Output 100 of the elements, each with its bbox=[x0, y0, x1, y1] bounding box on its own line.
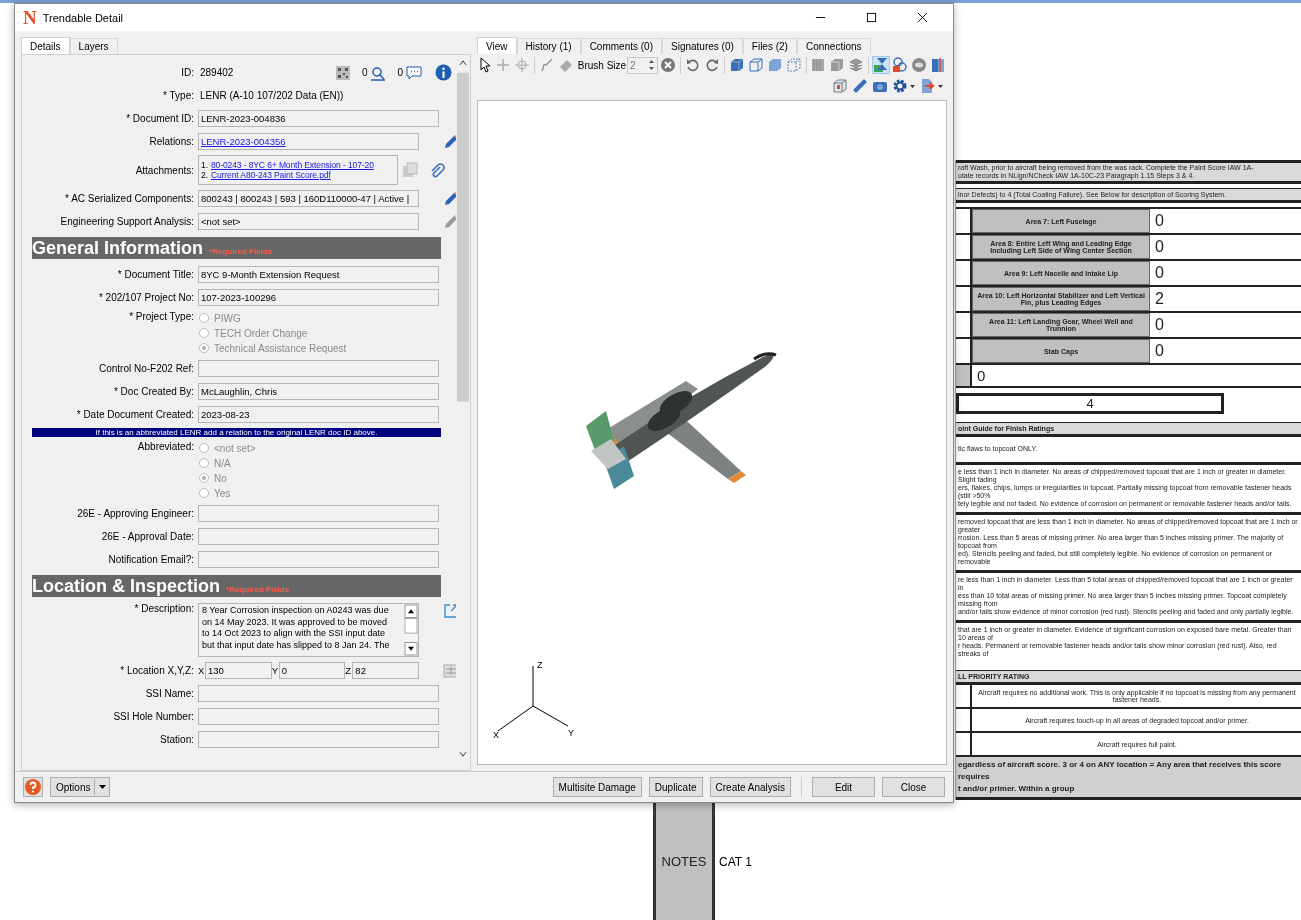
section-title: Location & Inspection bbox=[32, 575, 220, 597]
radio-label: TECH Order Change bbox=[214, 327, 308, 339]
score-cell-text: 0 bbox=[1154, 237, 1165, 257]
radio-label: N/A bbox=[214, 457, 231, 469]
input-field[interactable] bbox=[198, 685, 439, 702]
options-button[interactable]: Options bbox=[50, 777, 111, 797]
paperclip-icon[interactable] bbox=[429, 162, 445, 178]
sheet-text: t and/or primer. Within a group bbox=[958, 783, 1076, 795]
input-field[interactable] bbox=[198, 551, 439, 568]
input-field[interactable]: 107-2023-100296 bbox=[198, 289, 439, 306]
clear-icon[interactable] bbox=[659, 56, 678, 74]
input-field[interactable] bbox=[198, 360, 439, 377]
field-label: * Doc Created By: bbox=[112, 386, 194, 397]
hourglass-icon[interactable] bbox=[872, 56, 890, 74]
action-button[interactable]: Duplicate bbox=[648, 777, 703, 797]
attachment-link[interactable]: Current A80-243 Paint Score.pdf bbox=[210, 170, 331, 180]
model-viewport[interactable]: Z X Y bbox=[477, 100, 947, 765]
pencil-icon[interactable] bbox=[443, 190, 456, 207]
field-label: * Location X,Y,Z: bbox=[119, 665, 194, 676]
field-label: 26E - Approval Date: bbox=[100, 531, 194, 542]
close-icon[interactable] bbox=[917, 12, 928, 23]
input-field[interactable]: LENR-2023-004836 bbox=[198, 110, 439, 127]
input-field[interactable]: McLaughlin, Chris bbox=[198, 383, 439, 400]
tab[interactable]: History (1) bbox=[516, 38, 581, 54]
tab[interactable]: Comments (0) bbox=[580, 38, 662, 54]
caret-icon[interactable] bbox=[99, 784, 107, 790]
cube-icon[interactable] bbox=[831, 77, 849, 95]
required-note: *Required Fields bbox=[226, 585, 290, 594]
pencil-icon[interactable] bbox=[443, 133, 456, 150]
score-cell-text: 0 bbox=[1154, 263, 1165, 283]
book-icon[interactable] bbox=[929, 56, 947, 74]
wireframe-cube-icon[interactable] bbox=[746, 56, 765, 74]
info-icon[interactable] bbox=[435, 64, 452, 81]
qr-code-icon[interactable] bbox=[334, 64, 351, 81]
description-text: but that input date has slipped to 8 Jan 24. The bbox=[202, 639, 391, 651]
coordinate-field[interactable]: 0 bbox=[278, 662, 346, 679]
action-button[interactable]: Close bbox=[882, 777, 945, 797]
scrollbar-drawing[interactable] bbox=[404, 604, 418, 656]
radio-label: Technical Assistance Request bbox=[214, 342, 347, 354]
field-label: * 202/107 Project No: bbox=[97, 292, 194, 303]
count-label: 0 bbox=[361, 67, 368, 78]
action-button[interactable]: Edit bbox=[812, 777, 875, 797]
axis-label: Z bbox=[345, 665, 353, 676]
input-field[interactable] bbox=[198, 528, 439, 545]
score-cell-text: 0 bbox=[976, 366, 987, 386]
pointer-icon[interactable] bbox=[477, 56, 493, 74]
axis-label: X bbox=[198, 665, 205, 676]
list-number: 2. bbox=[201, 170, 208, 180]
maximize-icon[interactable] bbox=[866, 12, 877, 23]
field-label: Notification Email?: bbox=[107, 554, 194, 565]
input-field[interactable] bbox=[198, 731, 439, 748]
tab[interactable]: Connections bbox=[796, 38, 871, 54]
radio-label: <not set> bbox=[214, 442, 256, 454]
tab[interactable]: Details bbox=[21, 37, 70, 54]
input-field[interactable]: 2023-08-23 bbox=[198, 406, 439, 423]
comment-icon[interactable] bbox=[406, 64, 422, 81]
external-link-icon[interactable] bbox=[443, 603, 456, 619]
input-field[interactable]: <not set> bbox=[198, 213, 419, 230]
tab[interactable]: Layers bbox=[69, 38, 118, 54]
disc-icon[interactable] bbox=[910, 56, 928, 74]
attachment-link[interactable]: 80-0243 - 8YC 6+ Month Extension - 107-20 bbox=[210, 160, 374, 170]
field-label: Station: bbox=[159, 734, 194, 745]
field-label: * Type: bbox=[162, 90, 194, 101]
input-field[interactable]: 800243 | 800243 | 593 | 160D110000-47 | Active | bbox=[198, 190, 419, 207]
axis-label: Z bbox=[537, 660, 543, 670]
tab[interactable]: Files (2) bbox=[742, 38, 797, 54]
list-number: 1. bbox=[201, 160, 208, 170]
radio-label: PIWG bbox=[214, 312, 241, 324]
input-field[interactable] bbox=[198, 708, 439, 725]
field-label: Engineering Support Analysis: bbox=[59, 216, 194, 227]
crosshair-icon[interactable] bbox=[513, 56, 531, 74]
field-label: Relations: bbox=[148, 136, 194, 147]
brush-size-field[interactable]: 2 bbox=[627, 56, 659, 74]
radio-label: No bbox=[214, 472, 227, 484]
export-icon[interactable] bbox=[919, 77, 945, 95]
field-label: * Document ID: bbox=[125, 113, 194, 124]
app-logo: N bbox=[23, 6, 37, 29]
field-label: Attachments: bbox=[134, 164, 194, 176]
score-cell-text: 0 bbox=[1154, 341, 1165, 361]
action-button[interactable]: Create Analysis bbox=[709, 777, 791, 797]
tab[interactable]: Signatures (0) bbox=[662, 38, 743, 54]
dotted-cube-icon[interactable] bbox=[784, 56, 803, 74]
score-cell-text: 0 bbox=[1154, 211, 1165, 231]
score-cell-text: 2 bbox=[1154, 289, 1165, 309]
help-button[interactable] bbox=[23, 777, 43, 797]
coordinate-field[interactable]: 130 bbox=[205, 662, 272, 679]
axis-label: Y bbox=[568, 728, 574, 738]
field-label: * AC Serialized Components: bbox=[64, 193, 194, 204]
tab[interactable]: View bbox=[477, 37, 517, 54]
input-field[interactable] bbox=[198, 505, 439, 522]
input-field[interactable]: 8YC 9-Month Extension Request bbox=[198, 266, 439, 283]
section-title: General Information bbox=[32, 237, 204, 259]
spinner-arrows-icon[interactable] bbox=[648, 58, 656, 72]
field-label: SSI Hole Number: bbox=[112, 711, 194, 722]
action-button[interactable]: Multisite Damage bbox=[552, 777, 642, 797]
coordinate-field[interactable]: 82 bbox=[352, 662, 419, 679]
picker-icon[interactable] bbox=[443, 662, 456, 679]
settings-icon[interactable] bbox=[891, 77, 917, 95]
count-label: 0 bbox=[397, 67, 403, 78]
bucket-icon[interactable] bbox=[891, 56, 909, 74]
